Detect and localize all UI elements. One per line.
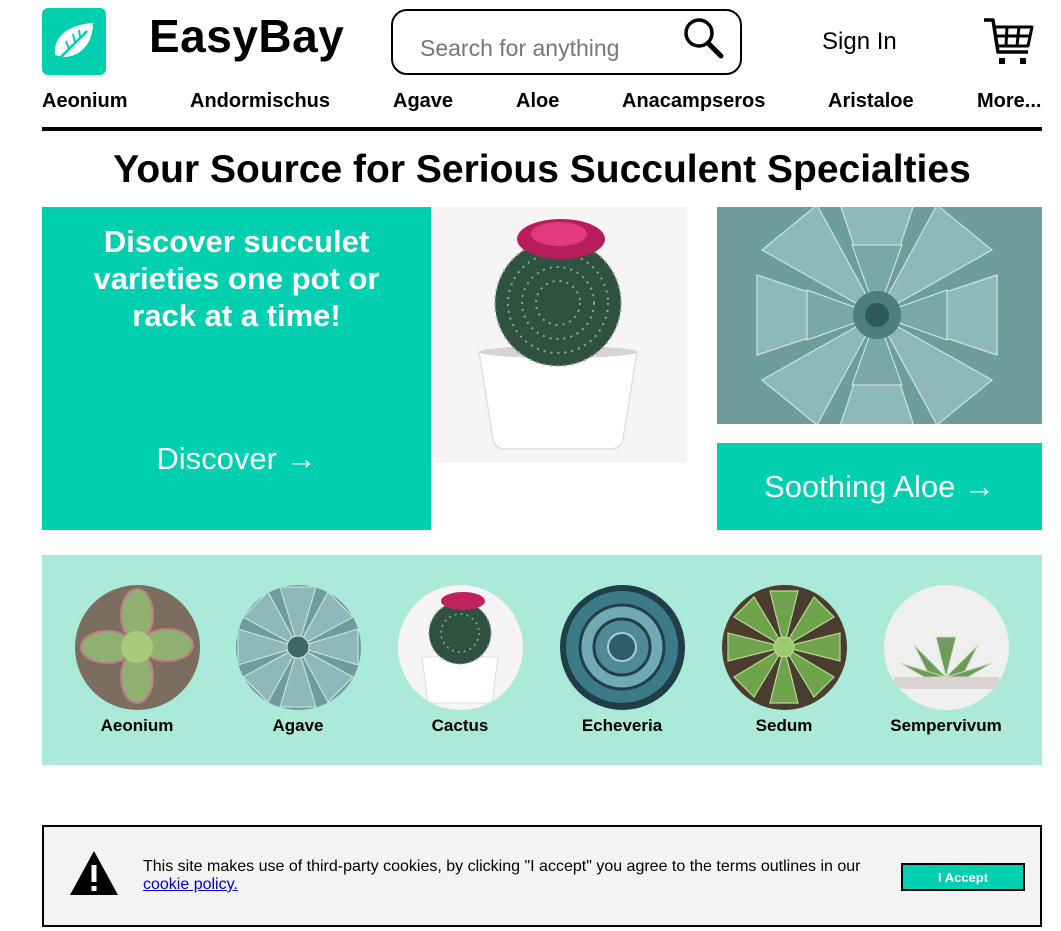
nav-item-aloe[interactable]: Aloe bbox=[516, 88, 559, 114]
sign-in-link[interactable]: Sign In bbox=[822, 26, 897, 58]
category-agave[interactable]: Agave bbox=[223, 585, 373, 736]
cart-button[interactable] bbox=[980, 14, 1036, 70]
category-label: Echeveria bbox=[581, 716, 663, 735]
shopping-cart-icon bbox=[984, 18, 1034, 64]
search-button[interactable] bbox=[679, 15, 729, 63]
agave-image[interactable] bbox=[717, 207, 1042, 424]
agave-thumbnail bbox=[235, 585, 361, 710]
cactus-thumbnail bbox=[397, 585, 523, 710]
page-headline: Your Source for Serious Succulent Specia… bbox=[113, 148, 971, 191]
cookie-message: This site makes use of third-party cooki… bbox=[143, 858, 883, 894]
nav-item-aeonium[interactable]: Aeonium bbox=[42, 88, 128, 114]
discover-promo: Discover succulet varieties one pot or r… bbox=[42, 207, 431, 530]
logo[interactable] bbox=[42, 8, 106, 75]
promo-title: Discover succulet varieties one pot or r… bbox=[93, 224, 380, 333]
category-label: Sedum bbox=[755, 716, 813, 735]
category-panel: Aeonium Agave Cactus Echeveria Sedum Sem… bbox=[42, 555, 1042, 765]
sedum-thumbnail bbox=[721, 585, 847, 710]
magnifier-icon bbox=[684, 18, 724, 59]
category-label: Cactus bbox=[431, 716, 489, 735]
nav-item-agave[interactable]: Agave bbox=[393, 88, 453, 114]
nav-item-aristaloe[interactable]: Aristaloe bbox=[828, 88, 914, 114]
category-sedum[interactable]: Sedum bbox=[709, 585, 859, 736]
category-nav: Aeonium Andormischus Agave Aloe Anacamps… bbox=[42, 88, 1042, 118]
leaf-icon bbox=[54, 22, 93, 60]
category-sempervivum[interactable]: Sempervivum bbox=[871, 585, 1021, 736]
cookie-banner: This site makes use of third-party cooki… bbox=[42, 825, 1042, 927]
search-input[interactable] bbox=[420, 31, 670, 65]
accept-cookies-button[interactable]: I Accept bbox=[901, 863, 1025, 891]
echeveria-thumbnail bbox=[559, 585, 685, 710]
search-box bbox=[391, 9, 742, 75]
sempervivum-thumbnail bbox=[883, 585, 1009, 710]
soothing-aloe-button[interactable]: Soothing Aloe → bbox=[717, 443, 1042, 530]
nav-divider bbox=[42, 127, 1042, 131]
category-cactus[interactable]: Cactus bbox=[385, 585, 535, 736]
aeonium-thumbnail bbox=[74, 585, 200, 710]
cookie-policy-link[interactable]: cookie policy. bbox=[143, 876, 238, 893]
category-label: Sempervivum bbox=[890, 716, 1002, 735]
brand-name[interactable]: EasyBay bbox=[149, 8, 344, 64]
warning-icon bbox=[70, 851, 118, 895]
category-aeonium[interactable]: Aeonium bbox=[62, 585, 212, 736]
nav-item-more[interactable]: More... bbox=[977, 88, 1041, 114]
cactus-image[interactable] bbox=[431, 207, 687, 463]
category-label: Aeonium bbox=[100, 716, 174, 735]
category-label: Agave bbox=[272, 716, 324, 735]
nav-item-anacampseros[interactable]: Anacampseros bbox=[622, 88, 765, 114]
cookie-text: This site makes use of third-party cooki… bbox=[143, 858, 861, 875]
category-echeveria[interactable]: Echeveria bbox=[547, 585, 697, 736]
discover-link[interactable]: Discover → bbox=[42, 439, 431, 479]
nav-item-andormischus[interactable]: Andormischus bbox=[190, 88, 330, 114]
